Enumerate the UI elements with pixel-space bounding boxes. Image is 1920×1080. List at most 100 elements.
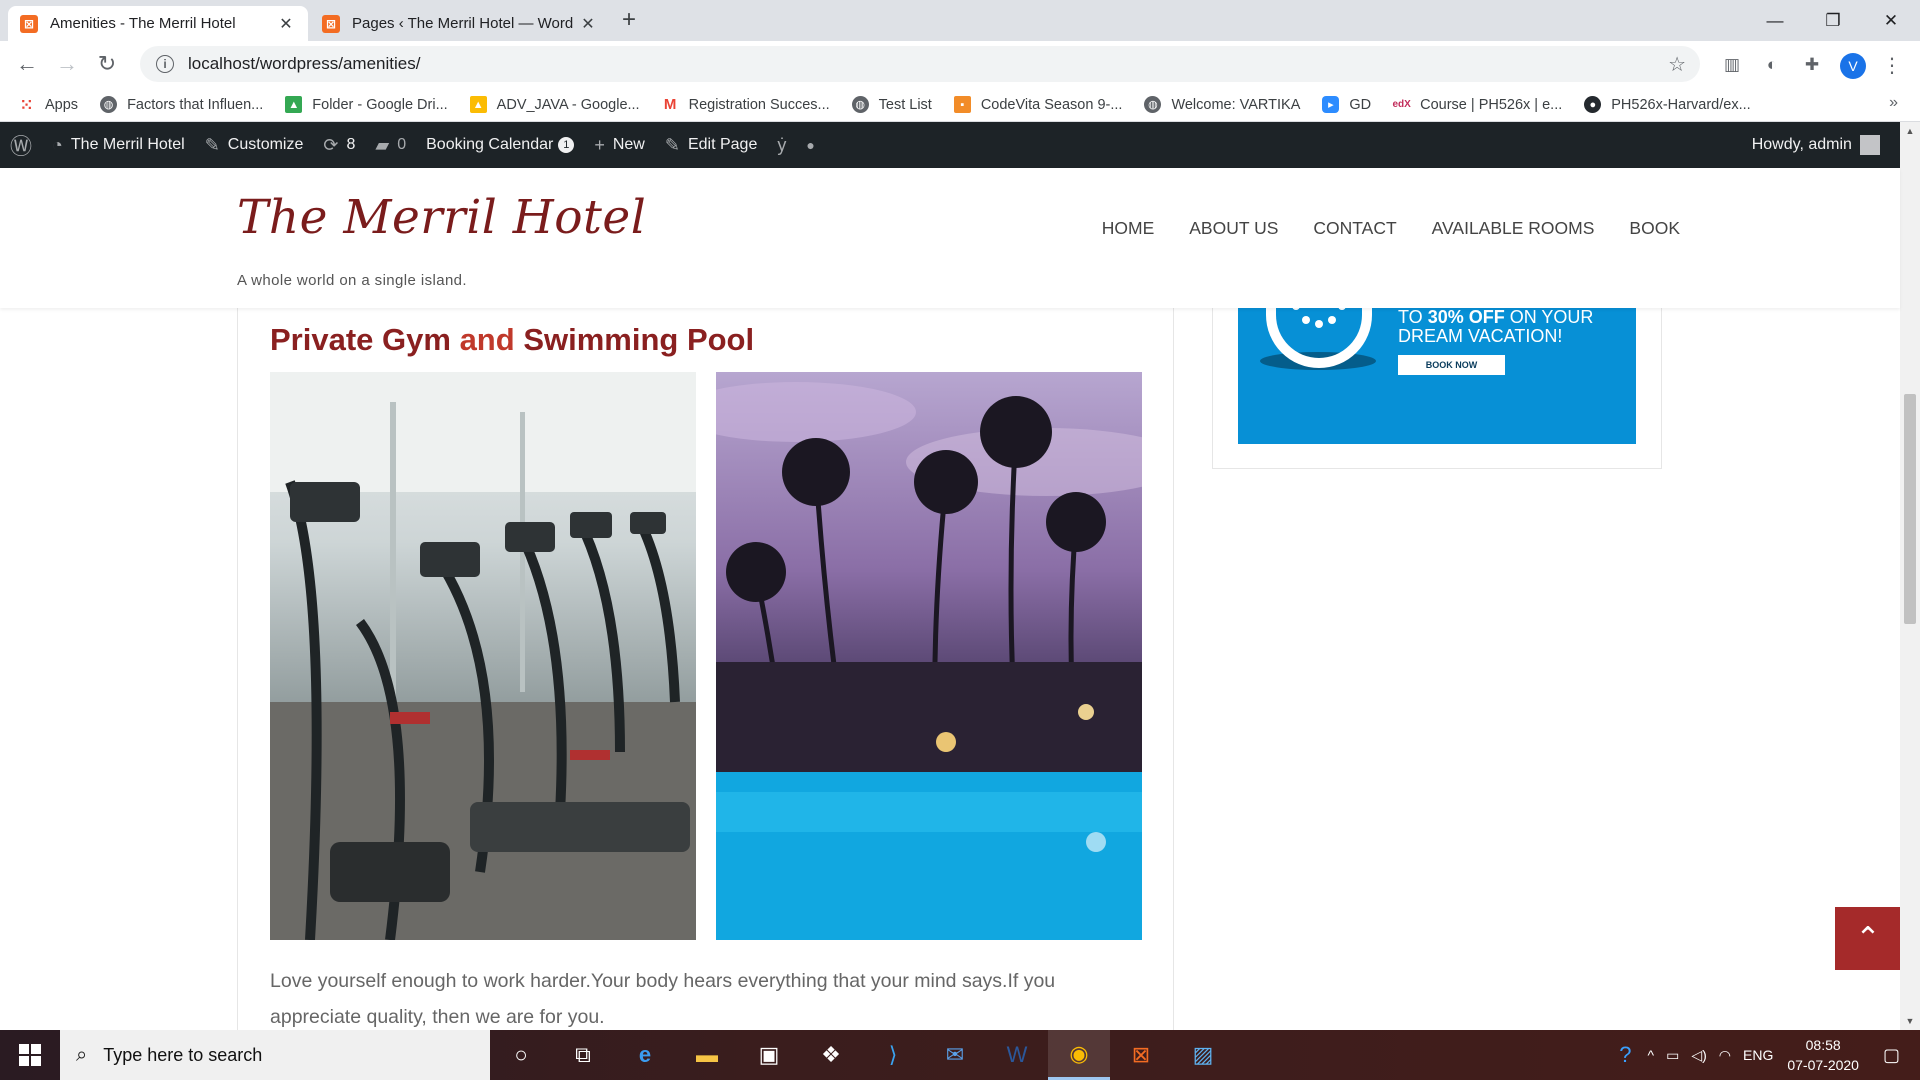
book-now-button[interactable]: BOOK NOW [1398,355,1505,375]
volume-icon[interactable]: ◁) [1691,1047,1706,1064]
menu-item-about-us[interactable]: ABOUT US [1189,218,1278,239]
reload-icon[interactable]: ↻ [94,51,120,77]
bookmark-item[interactable]: ▸ GD [1322,96,1371,113]
adminbar-site-name[interactable]: ◔ The Merril Hotel [42,122,195,168]
tab-pages[interactable]: ⊠ Pages ‹ The Merril Hotel — Word ✕ [310,6,610,41]
adminbar-comments[interactable]: ▰ 0 [365,122,416,168]
adminbar-booking-calendar[interactable]: Booking Calendar 1 [416,122,584,168]
search-icon: ⌕ [76,1043,88,1066]
chrome-icon[interactable]: ◉ [1048,1030,1110,1080]
bookmark-item[interactable]: ▲ ADV_JAVA - Google... [469,96,640,113]
mail-icon[interactable]: ✉ [924,1030,986,1080]
new-tab-icon[interactable]: + [622,6,636,34]
dropbox-icon[interactable]: ❖ [800,1030,862,1080]
codevita-icon: ▪ [953,96,971,113]
adminbar-updates[interactable]: ⟳ 8 [313,122,365,168]
restore-icon[interactable]: ❐ [1804,0,1862,41]
promo-banner[interactable]: TO 30% OFF ON YOUR DREAM VACATION! BOOK … [1238,286,1636,444]
globe-icon: ◍ [100,96,118,113]
primary-menu: HOME ABOUT US CONTACT AVAILABLE ROOMS BO… [1067,218,1680,239]
close-window-icon[interactable]: ✕ [1862,0,1920,41]
bookmark-item[interactable]: ▲ Folder - Google Dri... [285,96,448,113]
edge-icon[interactable]: e [614,1030,676,1080]
palm-pool-illustration [716,382,1142,940]
dashboard-icon: ◔ [52,134,63,155]
back-icon[interactable]: ← [14,51,40,77]
more-bookmarks-icon[interactable]: » [1889,94,1898,112]
cortana-icon[interactable]: ○ [490,1030,552,1080]
adminbar-howdy[interactable]: Howdy, admin [1742,122,1890,168]
google-drive-icon: ▲ [469,96,487,113]
notifications-icon[interactable]: ▢ [1883,1045,1900,1066]
scroll-up-icon[interactable]: ▲ [1900,126,1920,136]
wp-admin-bar: Ⓦ ◔ The Merril Hotel ✎ Customize ⟳ 8 ▰ 0… [0,122,1920,168]
adminbar-new[interactable]: + New [584,122,655,168]
menu-item-available-rooms[interactable]: AVAILABLE ROOMS [1432,218,1595,239]
show-hidden-icons-icon[interactable]: ^ [1648,1047,1655,1063]
word-icon[interactable]: W [986,1030,1048,1080]
pool-photo [716,372,1142,940]
wordpress-logo-icon[interactable]: Ⓦ [0,122,42,168]
help-icon[interactable]: ? [1619,1042,1631,1068]
extensions-puzzle-icon[interactable]: ✚ [1800,53,1824,77]
globe-icon: ◍ [1144,96,1162,113]
vscode-icon[interactable]: ⟩ [862,1030,924,1080]
close-tab-icon[interactable]: ✕ [578,14,598,34]
bookmark-item[interactable]: edX Course | PH526x | e... [1392,96,1562,113]
booking-badge: 1 [558,137,575,153]
tab-title: Amenities - The Merril Hotel [50,15,236,32]
adminbar-customize[interactable]: ✎ Customize [195,122,314,168]
profile-avatar[interactable]: V [1840,53,1866,79]
chrome-menu-icon[interactable]: ⋮ [1880,53,1904,77]
windows-start-button[interactable] [0,1030,60,1080]
task-view-icon[interactable]: ⧉ [552,1030,614,1080]
extension-circle-icon[interactable]: ◐ [1760,53,1784,77]
scroll-to-top-button[interactable]: ⌃ [1835,907,1901,970]
battery-icon[interactable]: ▭ [1666,1047,1679,1064]
bookmark-item[interactable]: ◍ Welcome: VARTIKA [1144,96,1300,113]
language-indicator[interactable]: ENG [1743,1047,1773,1063]
yoast-seo-icon[interactable]: ẏ [767,122,796,168]
menu-item-home[interactable]: HOME [1102,218,1155,239]
site-title[interactable]: The Merril Hotel [237,190,646,245]
clock[interactable]: 08:58 07-07-2020 [1787,1035,1859,1075]
windows-logo-icon [19,1044,41,1066]
xampp-favicon-icon: ⊠ [20,14,38,33]
close-tab-icon[interactable]: ✕ [276,14,296,34]
site-header: The Merril Hotel A whole world on a sing… [0,168,1900,308]
site-info-icon[interactable]: i [156,55,174,73]
chevron-up-icon: ⌃ [1855,922,1881,955]
github-icon: ● [1584,96,1602,113]
extension-analytics-icon[interactable]: ▥ [1720,53,1744,77]
user-avatar-icon [1859,135,1880,155]
bookmark-item[interactable]: ▪ CodeVita Season 9-... [953,96,1122,113]
promo-text: TO 30% OFF ON YOUR DREAM VACATION! [1398,307,1594,346]
globe-icon: ◍ [851,96,869,113]
menu-item-contact[interactable]: CONTACT [1313,218,1396,239]
xampp-icon[interactable]: ⊠ [1110,1030,1172,1080]
bookmark-item[interactable]: ◍ Factors that Influen... [100,96,263,113]
tab-amenities[interactable]: ⊠ Amenities - The Merril Hotel ✕ [8,6,308,41]
seo-status-dot-icon: ● [806,137,815,153]
browser-tab-strip: ⊠ Amenities - The Merril Hotel ✕ ⊠ Pages… [0,0,1920,41]
minimize-icon[interactable]: — [1746,0,1804,41]
gym-photo [270,372,696,940]
menu-item-book[interactable]: BOOK [1629,218,1680,239]
file-explorer-icon[interactable]: ▬ [676,1030,738,1080]
bookmark-apps[interactable]: ⁙ Apps [18,96,78,114]
address-bar[interactable]: i localhost/wordpress/amenities/ ☆ [140,46,1700,82]
adminbar-edit-page[interactable]: ✎ Edit Page [655,122,767,168]
wifi-icon[interactable]: ◠ [1719,1047,1731,1064]
scrollbar-thumb[interactable] [1904,394,1916,624]
page-scrollbar[interactable]: ▲ ▼ [1900,122,1920,1030]
taskbar-search[interactable]: ⌕ Type here to search [60,1030,490,1080]
bookmark-item[interactable]: M Registration Succes... [662,96,830,113]
store-icon[interactable]: ▣ [738,1030,800,1080]
bookmark-item[interactable]: ● PH526x-Harvard/ex... [1584,96,1751,113]
scroll-down-icon[interactable]: ▼ [1900,1016,1920,1026]
bookmark-item[interactable]: ◍ Test List [851,96,932,113]
section-heading: Private Gym and Swimming Pool [270,322,755,357]
forward-icon[interactable]: → [54,51,80,77]
bookmark-star-icon[interactable]: ☆ [1668,52,1686,77]
photos-icon[interactable]: ▨ [1172,1030,1234,1080]
